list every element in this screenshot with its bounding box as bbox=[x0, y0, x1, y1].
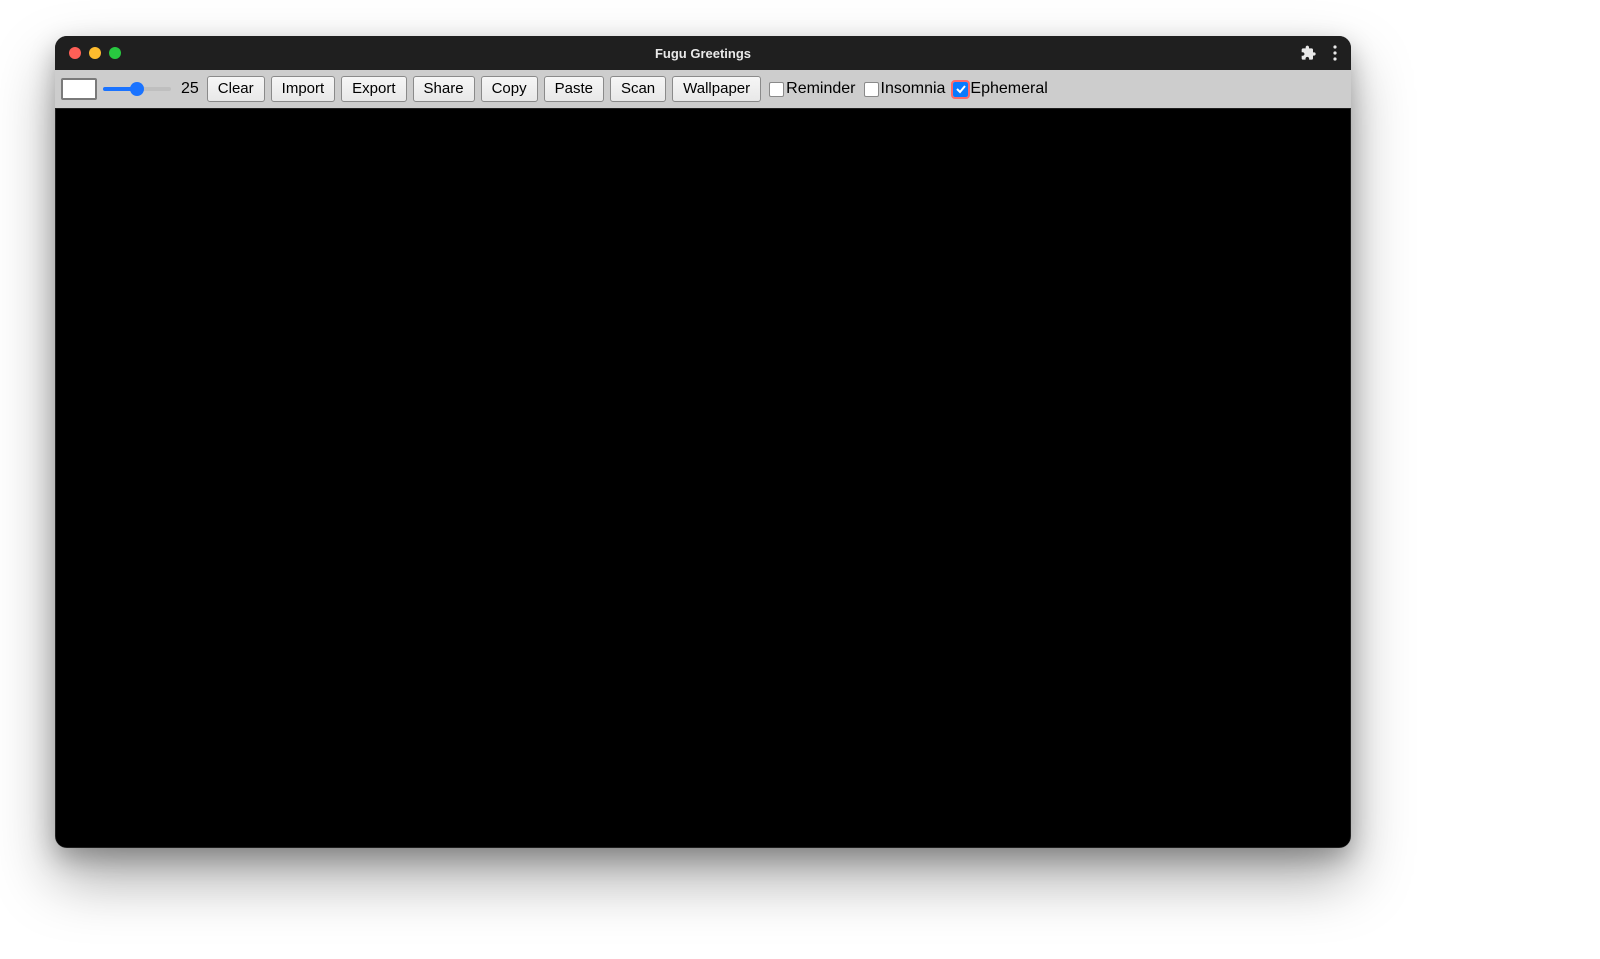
reminder-checkbox[interactable] bbox=[769, 82, 784, 97]
insomnia-field: Insomnia bbox=[864, 80, 946, 98]
ephemeral-checkbox[interactable] bbox=[953, 82, 968, 97]
insomnia-label: Insomnia bbox=[881, 80, 946, 98]
export-button[interactable]: Export bbox=[341, 76, 406, 102]
slider-thumb[interactable] bbox=[130, 82, 144, 96]
maximize-window-button[interactable] bbox=[109, 47, 121, 59]
titlebar: Fugu Greetings bbox=[55, 36, 1351, 70]
ephemeral-label: Ephemeral bbox=[970, 80, 1047, 98]
window-controls bbox=[55, 47, 121, 59]
paste-button[interactable]: Paste bbox=[544, 76, 604, 102]
reminder-label: Reminder bbox=[786, 80, 855, 98]
window-title: Fugu Greetings bbox=[655, 46, 751, 61]
insomnia-checkbox[interactable] bbox=[864, 82, 879, 97]
more-menu-icon[interactable] bbox=[1333, 45, 1337, 61]
drawing-canvas[interactable] bbox=[56, 109, 1350, 847]
scan-button[interactable]: Scan bbox=[610, 76, 666, 102]
close-window-button[interactable] bbox=[69, 47, 81, 59]
toolbar: 25 Clear Import Export Share Copy Paste … bbox=[55, 70, 1351, 108]
clear-button[interactable]: Clear bbox=[207, 76, 265, 102]
minimize-window-button[interactable] bbox=[89, 47, 101, 59]
import-button[interactable]: Import bbox=[271, 76, 336, 102]
wallpaper-button[interactable]: Wallpaper bbox=[672, 76, 761, 102]
copy-button[interactable]: Copy bbox=[481, 76, 538, 102]
extensions-icon[interactable] bbox=[1301, 45, 1317, 61]
ephemeral-field: Ephemeral bbox=[953, 80, 1047, 98]
titlebar-right bbox=[1301, 45, 1351, 61]
brush-size-slider[interactable] bbox=[103, 79, 171, 99]
brush-size-value: 25 bbox=[181, 80, 199, 98]
share-button[interactable]: Share bbox=[413, 76, 475, 102]
color-swatch[interactable] bbox=[61, 78, 97, 100]
reminder-field: Reminder bbox=[769, 80, 855, 98]
app-window: Fugu Greetings 25 Clear Import Export S bbox=[55, 36, 1351, 848]
